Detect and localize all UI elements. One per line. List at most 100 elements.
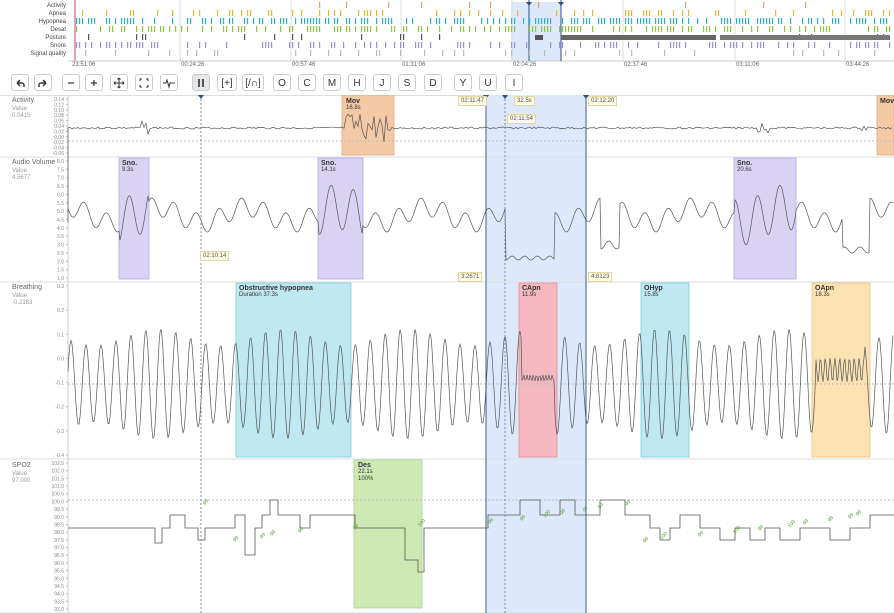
- overview-event-mark: [565, 50, 567, 56]
- cursor-time-tag: 02:12:20: [588, 96, 618, 106]
- cursor-handle[interactable]: [198, 95, 204, 99]
- axis-tick-label: 5.0: [57, 209, 64, 215]
- expand-wave-button[interactable]: [/∩]: [242, 74, 264, 91]
- axis-tick-label: 93.5: [54, 599, 64, 605]
- axis-tick-label: 4.0: [57, 226, 64, 232]
- overview-event-mark: [262, 18, 264, 24]
- overview-event-mark: [232, 26, 234, 32]
- event-snore-label[interactable]: Sno. 9.3s: [119, 158, 140, 176]
- letter-button-s[interactable]: S: [398, 74, 416, 91]
- overview-event-mark: [664, 18, 666, 24]
- overview-event-mark: [361, 26, 363, 32]
- overview-event-mark: [241, 10, 243, 16]
- overview-event-mark: [172, 18, 174, 24]
- overview-event-mark: [877, 26, 879, 32]
- event-hypopnea-label[interactable]: OHyp 15.8s: [641, 283, 666, 301]
- overview-time-label: 00:24:26: [181, 62, 205, 68]
- overview-event-mark: [826, 26, 828, 32]
- waveform-button[interactable]: [160, 74, 178, 91]
- overview-event-mark: [772, 26, 774, 32]
- overview-event-mark: [544, 26, 546, 32]
- overview-event-mark: [838, 50, 840, 56]
- overview-event-mark: [379, 50, 381, 56]
- overview-panel[interactable]: Activity Apnea Hypopnea Desat Posture Sn…: [0, 0, 894, 70]
- overview-event-mark: [361, 18, 363, 24]
- axis-tick-label: 100.5: [51, 492, 64, 498]
- letter-button-y[interactable]: Y: [454, 74, 472, 91]
- overview-event-mark: [469, 42, 471, 48]
- overview-event-mark: [685, 42, 687, 48]
- overview-row-label: Signal quality: [30, 51, 66, 57]
- overview-posture-bar: [561, 35, 716, 40]
- pause-button[interactable]: [192, 74, 210, 91]
- overview-event-mark: [88, 18, 90, 24]
- event-central-apnea-box[interactable]: [518, 282, 558, 458]
- redo-button[interactable]: [34, 74, 52, 91]
- letter-button-h[interactable]: H: [348, 74, 366, 91]
- overview-event-mark: [100, 42, 102, 48]
- overview-event-mark: [547, 18, 549, 24]
- event-snore-box[interactable]: [317, 157, 364, 280]
- overview-chart[interactable]: [0, 0, 894, 70]
- letter-button-d[interactable]: D: [424, 74, 442, 91]
- overview-event-mark: [490, 42, 492, 48]
- overview-event-mark: [460, 42, 462, 48]
- overview-event-mark: [511, 50, 513, 56]
- overview-event-mark: [196, 50, 198, 56]
- event-movement-label[interactable]: Mov 16.8s: [343, 96, 364, 114]
- overview-event-mark: [880, 18, 882, 24]
- move-button[interactable]: [110, 74, 128, 91]
- overview-posture-bar: [535, 35, 543, 40]
- overview-event-mark: [625, 10, 627, 16]
- overview-event-mark: [580, 26, 582, 32]
- letter-button-u[interactable]: U: [479, 74, 497, 91]
- overview-event-mark: [241, 26, 243, 32]
- event-obstructive-apnea-label[interactable]: OApn 18.3s: [812, 283, 837, 301]
- event-snore-label[interactable]: Sno. 14.1s: [318, 158, 339, 176]
- track-value-activity: 0.0415: [12, 113, 31, 119]
- letter-button-c[interactable]: C: [298, 74, 316, 91]
- overview-event-mark: [736, 18, 738, 24]
- zoom-in-button[interactable]: [85, 74, 103, 91]
- overview-event-mark: [340, 10, 342, 16]
- overview-event-mark: [628, 18, 630, 24]
- fit-button[interactable]: [135, 74, 153, 91]
- event-snore-box[interactable]: [733, 157, 797, 280]
- event-snore-label[interactable]: Sno. 20.6s: [734, 158, 755, 176]
- letter-button-m[interactable]: M: [323, 74, 341, 91]
- overview-event-mark: [841, 10, 843, 16]
- letter-button-j[interactable]: J: [373, 74, 391, 91]
- overview-event-mark: [619, 26, 621, 32]
- overview-event-mark: [376, 50, 378, 56]
- overview-event-mark: [403, 42, 405, 48]
- overview-event-mark: [751, 42, 753, 48]
- overview-event-mark: [808, 42, 810, 48]
- overview-event-mark: [682, 18, 684, 24]
- overview-event-mark: [769, 18, 771, 24]
- overview-event-mark: [148, 50, 150, 56]
- overview-event-mark: [226, 42, 228, 48]
- expand-bracket-button[interactable]: [+]: [217, 74, 237, 91]
- overview-event-mark: [106, 10, 108, 16]
- axis-tick-label: 1.0: [57, 276, 64, 282]
- overview-event-mark: [469, 2, 471, 8]
- overview-event-mark: [535, 18, 537, 24]
- zoom-out-button[interactable]: [62, 74, 80, 91]
- event-movement-label[interactable]: Mov: [877, 96, 894, 107]
- overview-event-mark: [673, 10, 675, 16]
- letter-button-i[interactable]: I: [505, 74, 523, 91]
- event-desaturation-label[interactable]: Des 22.1s 100%: [355, 460, 376, 485]
- overview-event-mark: [514, 26, 516, 32]
- axis-tick-label: 0.1: [57, 332, 64, 338]
- overview-event-mark: [460, 18, 462, 24]
- undo-button[interactable]: [11, 74, 29, 91]
- event-obstructive-hypopnea-label[interactable]: Obstructive hypopnea Duration 37.3s: [236, 283, 316, 301]
- overview-event-mark: [364, 10, 366, 16]
- event-central-apnea-label[interactable]: CApn 11.9s: [519, 283, 544, 301]
- overview-event-mark: [805, 26, 807, 32]
- overview-event-mark: [676, 42, 678, 48]
- overview-event-mark: [658, 42, 660, 48]
- overview-event-mark: [595, 42, 597, 48]
- overview-event-mark: [598, 18, 600, 24]
- letter-button-o[interactable]: O: [273, 74, 291, 91]
